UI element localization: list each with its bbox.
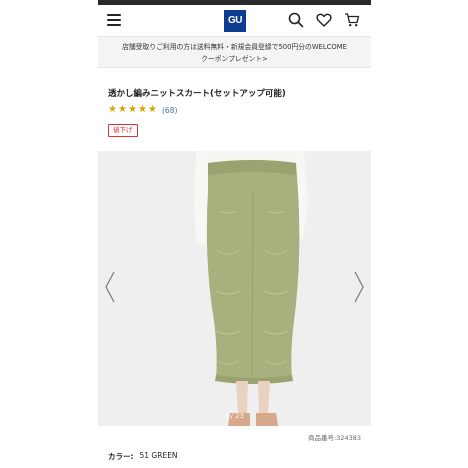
product-image[interactable] (98, 151, 371, 426)
menu-icon[interactable] (107, 14, 121, 26)
previous-image-arrow[interactable] (104, 270, 116, 304)
next-image-arrow[interactable] (353, 270, 365, 304)
skirt-photo (98, 151, 371, 426)
heart-icon[interactable] (316, 12, 332, 28)
rating-stars: ★ ★ ★ ★ ★ (108, 104, 158, 116)
price-down-badge: 値下げ (108, 124, 138, 137)
product-rating[interactable]: ★ ★ ★ ★ ★ (68) (108, 104, 177, 116)
gu-logo[interactable]: GU (224, 10, 246, 32)
slide-counter: 3 / 23 (224, 412, 244, 420)
star-icon: ★ (128, 104, 137, 115)
promo-line-1: 店舗受取りご利用の方は送料無料・新規会員登録で500円分のWELCOME (122, 43, 347, 51)
rating-count[interactable]: (68) (162, 106, 177, 115)
star-icon: ★ (148, 104, 157, 115)
color-value: 51 GREEN (139, 451, 178, 460)
promo-line-2: クーポンプレゼント> (201, 55, 268, 63)
star-icon: ★ (108, 104, 117, 115)
star-icon: ★ (118, 104, 127, 115)
color-label: カラー: (108, 452, 134, 461)
product-title: 透かし編みニットスカート(セットアップ可能) (108, 89, 286, 99)
cart-icon[interactable] (344, 12, 360, 28)
star-icon: ★ (138, 104, 147, 115)
site-header: GU (98, 5, 371, 35)
product-number: 商品番号:324383 (307, 434, 361, 442)
search-icon[interactable] (288, 12, 304, 28)
color-info: カラー: 51 GREEN (108, 451, 178, 462)
mobile-page: GU 店舗受取りご利用の方は送料無料・新規会員登録で500円分のWELCOME … (98, 0, 371, 468)
promo-banner[interactable]: 店舗受取りご利用の方は送料無料・新規会員登録で500円分のWELCOME クーポ… (98, 36, 371, 68)
